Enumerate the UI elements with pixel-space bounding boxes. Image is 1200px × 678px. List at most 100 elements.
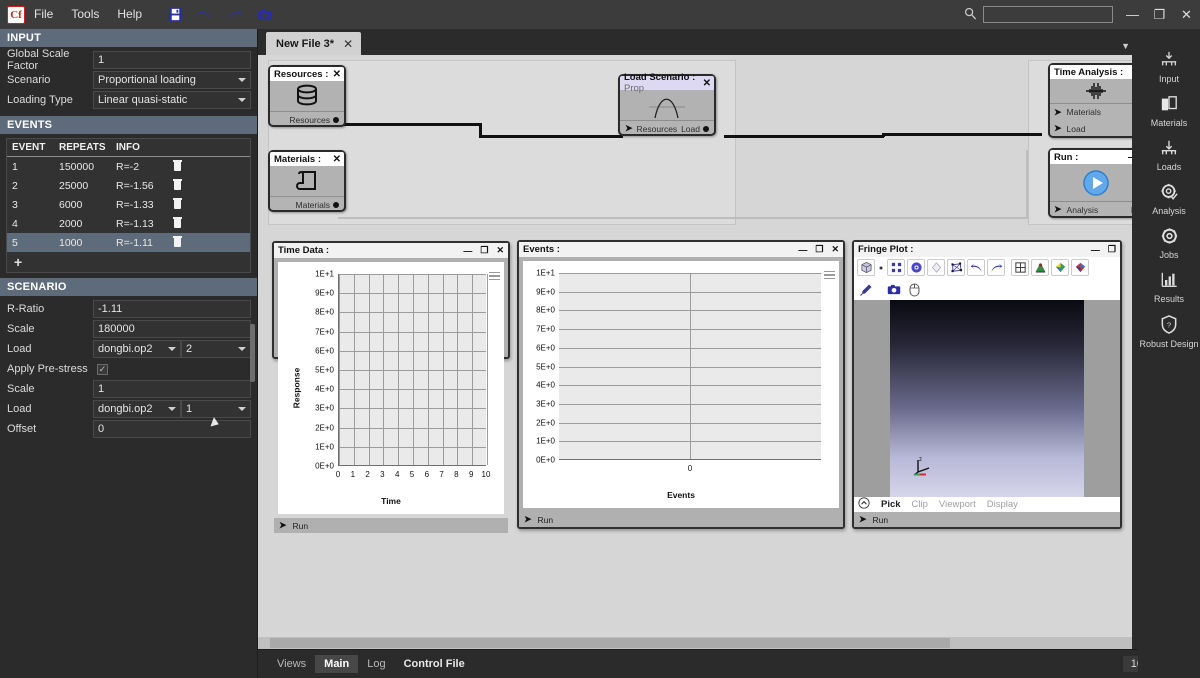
input-port[interactable]: ➤ xyxy=(279,520,287,531)
sidebar-item-input[interactable]: Input xyxy=(1138,51,1200,84)
select-load-file-2[interactable]: dongbi.op2 xyxy=(93,400,181,418)
output-port[interactable] xyxy=(333,116,339,123)
field-load-1[interactable]: Load dongbi.op2 2 xyxy=(0,339,257,359)
field-r-ratio[interactable]: R-Ratio -1.11 xyxy=(0,299,257,319)
select-loading-type[interactable]: Linear quasi-static xyxy=(93,91,251,109)
table-row[interactable]: 3 6000 R=-1.33 xyxy=(7,195,250,214)
select-load-index-1[interactable]: 2 xyxy=(181,340,251,358)
close-icon[interactable]: ✕ xyxy=(703,78,711,89)
close-icon[interactable]: ✕ xyxy=(496,245,504,256)
chevron-up-circle-icon[interactable] xyxy=(858,497,870,512)
window-time-data-titlebar[interactable]: Time Data : — ❐ ✕ xyxy=(274,243,508,258)
input-scale-2[interactable]: 1 xyxy=(93,380,251,398)
sidebar-item-robust-design[interactable]: ? Robust Design xyxy=(1138,315,1200,349)
input-port[interactable]: ➤ xyxy=(1054,107,1062,118)
window-time-data[interactable]: Time Data : — ❐ ✕ Response 0E+0 1E+0 2E+0 3… xyxy=(272,241,510,533)
field-load-2[interactable]: Load dongbi.op2 1 xyxy=(0,399,257,419)
canvas-horizontal-scrollbar-thumb[interactable] xyxy=(270,638,950,648)
fringe-mode-display[interactable]: Display xyxy=(987,499,1018,510)
window-fringe-plot-titlebar[interactable]: Fringe Plot : — ❐ xyxy=(854,242,1120,257)
menu-file[interactable]: File xyxy=(25,0,62,29)
camera-icon[interactable] xyxy=(252,4,278,26)
node-resources[interactable]: Resources : ✕ Resources xyxy=(268,65,346,127)
delete-row-button[interactable] xyxy=(169,160,199,171)
eyedropper-icon[interactable] xyxy=(857,281,875,298)
input-r-ratio[interactable]: -1.11 xyxy=(93,300,251,318)
close-icon[interactable]: ✕ xyxy=(333,69,341,80)
window-close-button[interactable]: ✕ xyxy=(1173,0,1200,29)
tab-new-file-3[interactable]: New File 3* ✕ xyxy=(266,32,362,55)
input-global-scale-factor[interactable]: 1 xyxy=(93,51,251,69)
fringe-plot-viewport[interactable]: z xyxy=(890,300,1084,497)
fringe-green-icon[interactable] xyxy=(1051,259,1069,276)
window-fringe-plot-footer[interactable]: ➤ Run xyxy=(854,512,1120,527)
close-icon[interactable]: ✕ xyxy=(831,244,839,255)
maximize-icon[interactable]: ❐ xyxy=(1108,244,1116,255)
node-canvas[interactable]: Resources : ✕ Resources Materials: ✕ Ma… xyxy=(258,55,1132,639)
minimize-icon[interactable]: — xyxy=(1091,245,1100,255)
field-global-scale-factor[interactable]: Global Scale Factor 1 xyxy=(0,48,257,72)
grid-icon[interactable] xyxy=(1011,259,1029,276)
hamburger-icon[interactable] xyxy=(489,272,500,280)
node-time-analysis-port-load[interactable]: ➤ Load xyxy=(1050,120,1132,137)
input-port[interactable]: ➤ xyxy=(1054,204,1062,215)
fringe-red-icon[interactable] xyxy=(1071,259,1089,276)
node-load-scenario[interactable]: Load Scenario : Prop ✕ ➤ Resources Load xyxy=(618,72,716,136)
input-port[interactable]: ➤ xyxy=(859,514,867,525)
chevron-down-icon[interactable]: ▼ xyxy=(1121,41,1130,51)
table-row[interactable]: 1 150000 R=-2 xyxy=(7,157,250,176)
input-port[interactable]: ➤ xyxy=(625,123,633,134)
fit-icon[interactable] xyxy=(887,259,905,276)
field-scale-1[interactable]: Scale 180000 xyxy=(0,319,257,339)
window-maximize-button[interactable]: ❐ xyxy=(1146,0,1173,29)
select-scenario[interactable]: Proportional loading xyxy=(93,71,251,89)
field-scale-2[interactable]: Scale 1 xyxy=(0,379,257,399)
node-time-analysis[interactable]: Time Analysis : ➤ Materials ➤ Load xyxy=(1048,63,1132,138)
maximize-icon[interactable]: ❐ xyxy=(815,244,823,255)
select-load-file-1[interactable]: dongbi.op2 xyxy=(93,340,181,358)
input-port[interactable]: ➤ xyxy=(1054,123,1062,134)
window-events[interactable]: Events : — ❐ ✕ 0E+0 1E+0 2E+0 3E+0 4E+0 5E+0 6… xyxy=(517,240,845,529)
mesh-icon[interactable] xyxy=(947,259,965,276)
sidebar-item-analysis[interactable]: Analysis xyxy=(1138,183,1200,216)
output-port[interactable] xyxy=(333,201,339,208)
window-minimize-button[interactable]: — xyxy=(1119,0,1146,29)
menu-help[interactable]: Help xyxy=(108,0,151,29)
mouse-icon[interactable] xyxy=(905,281,923,298)
minimize-icon[interactable]: — xyxy=(463,246,472,256)
maximize-icon[interactable]: ❐ xyxy=(480,245,488,256)
close-icon[interactable]: ✕ xyxy=(333,154,341,165)
fringe-mode-clip[interactable]: Clip xyxy=(912,499,928,510)
node-materials[interactable]: Materials : ✕ Materials xyxy=(268,150,346,212)
window-time-data-footer[interactable]: ➤ Run xyxy=(274,518,508,533)
minimize-icon[interactable]: — xyxy=(798,245,807,255)
delete-row-button[interactable] xyxy=(169,198,199,209)
select-load-index-2[interactable]: 1 xyxy=(181,400,251,418)
contour-icon[interactable] xyxy=(1031,259,1049,276)
play-icon[interactable] xyxy=(1050,164,1132,201)
field-apply-pre-stress[interactable]: Apply Pre-stress ✓ xyxy=(0,359,257,379)
table-row[interactable]: 2 25000 R=-1.56 xyxy=(7,176,250,195)
statusbar-views[interactable]: Views xyxy=(268,655,315,673)
statusbar-main[interactable]: Main xyxy=(315,655,359,673)
search-input[interactable] xyxy=(983,6,1113,23)
add-event-button[interactable]: + xyxy=(7,252,250,272)
field-offset[interactable]: Offset 0 xyxy=(0,419,257,439)
delete-row-button[interactable] xyxy=(169,179,199,190)
undo-icon[interactable] xyxy=(192,4,218,26)
undo-icon[interactable] xyxy=(967,259,985,276)
delete-row-button[interactable] xyxy=(169,217,199,228)
node-time-analysis-port-materials[interactable]: ➤ Materials xyxy=(1050,103,1132,120)
sidebar-item-results[interactable]: Results xyxy=(1138,271,1200,304)
menu-tools[interactable]: Tools xyxy=(62,0,108,29)
statusbar-log[interactable]: Log xyxy=(358,655,394,673)
node-run-ports[interactable]: ➤ Analysis R xyxy=(1050,201,1132,217)
output-port[interactable] xyxy=(703,125,709,132)
left-panel-scrollbar[interactable] xyxy=(250,324,255,382)
field-loading-type[interactable]: Loading Type Linear quasi-static xyxy=(0,90,257,110)
input-port[interactable]: ➤ xyxy=(524,514,532,525)
minimize-icon[interactable]: — xyxy=(1128,152,1132,163)
input-offset[interactable]: 0 xyxy=(93,420,251,438)
node-run[interactable]: Run : — ➤ Analysis R xyxy=(1048,148,1132,218)
delete-row-button[interactable] xyxy=(169,236,199,247)
